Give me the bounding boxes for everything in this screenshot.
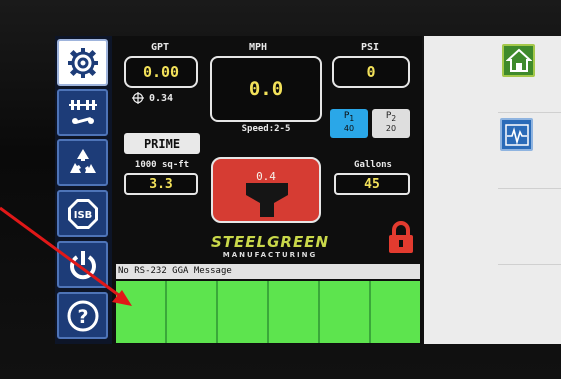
annotation-arrow — [0, 206, 132, 306]
